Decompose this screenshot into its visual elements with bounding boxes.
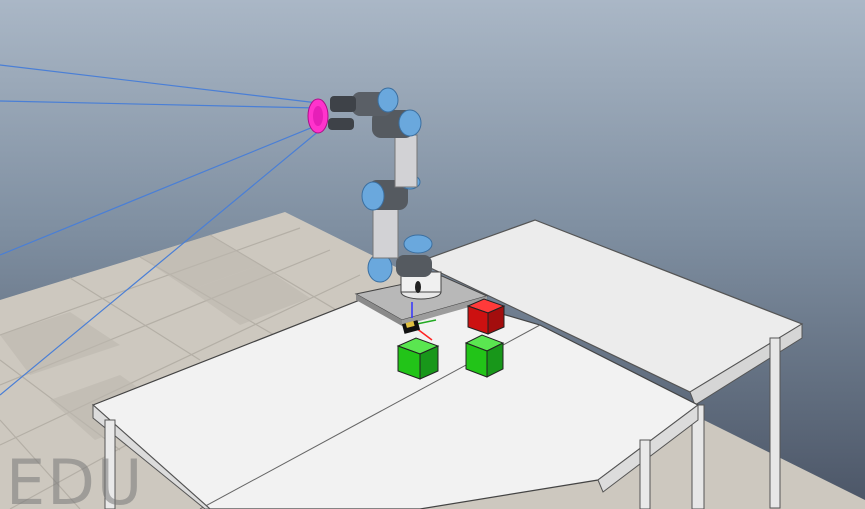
3d-scene[interactable]: [0, 0, 865, 509]
red-cube[interactable]: [466, 298, 506, 335]
camera-marker[interactable]: [307, 98, 329, 134]
green-cube-right[interactable]: [464, 334, 505, 378]
watermark-text: EDU: [6, 446, 145, 509]
simulation-viewport[interactable]: EDU: [0, 0, 865, 509]
green-cube-left[interactable]: [396, 337, 440, 380]
